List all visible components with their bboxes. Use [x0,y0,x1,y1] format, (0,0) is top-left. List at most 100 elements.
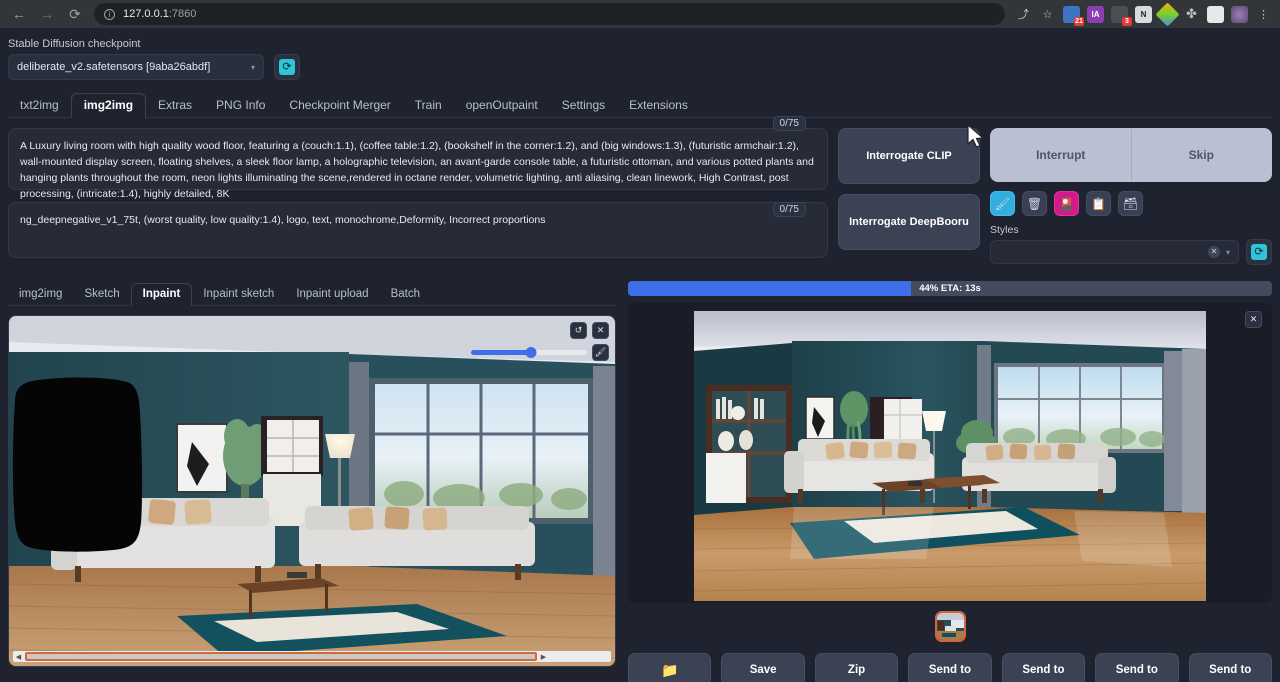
tab-png-info[interactable]: PNG Info [204,94,277,117]
send-to-extras-button[interactable]: Send to [1095,653,1178,682]
prompt-tool-icons: 🖌 🗑 🎴 📋 🗃 [990,191,1272,216]
clipboard-icon[interactable]: 📋 [1086,191,1111,216]
result-gallery [628,611,1272,642]
browser-extension-icons: ⤴ ☆ 21 IA 3 N ✤ ⋮ [1015,6,1274,23]
positive-prompt-input[interactable]: A Luxury living room with high quality w… [8,128,828,190]
img2img-subtabs: img2img Sketch Inpaint Inpaint sketch In… [8,281,616,306]
progress-label: 44% ETA: 13s [628,281,1272,296]
browser-toolbar: ← → ⟳ i 127.0.0.1 :7860 ⤴ ☆ 21 IA 3 N ✤ … [0,0,1280,28]
save-button[interactable]: Save [721,653,804,682]
extension-split-icon[interactable] [1207,6,1224,23]
canvas-tools: ↺ ✕ 🖌 [471,322,609,361]
checkpoint-value: deliberate_v2.safetensors [9aba26abdf] [17,61,210,73]
canvas-horizontal-scrollbar[interactable]: ◀ ▶ [13,651,611,662]
send-to-fourth-button[interactable]: Send to [1189,653,1272,682]
subtab-inpaint-sketch[interactable]: Inpaint sketch [192,284,285,305]
negative-prompt-wrap: 0/75 ng_deepnegative_v1_75t, (worst qual… [8,202,828,258]
extension-ia-icon[interactable]: IA [1087,6,1104,23]
cards-icon[interactable]: 🎴 [1054,191,1079,216]
reload-icon[interactable]: ⟳ [62,2,88,26]
browser-menu-icon[interactable]: ⋮ [1255,6,1272,23]
output-actions: 📁 Save Zip Send to Send to Send to Send … [628,653,1272,682]
extension-blue-icon[interactable]: 21 [1063,6,1080,23]
checkpoint-field: Stable Diffusion checkpoint deliberate_v… [8,38,264,80]
tab-img2img[interactable]: img2img [71,93,146,118]
extension-notion-icon[interactable]: N [1135,6,1152,23]
inpaint-pane: img2img Sketch Inpaint Inpaint sketch In… [8,281,616,682]
tab-train[interactable]: Train [403,94,454,117]
checkpoint-label: Stable Diffusion checkpoint [8,38,264,50]
extension-dark-icon[interactable]: 3 [1111,6,1128,23]
send-to-inpaint-button[interactable]: Send to [1002,653,1085,682]
extension-blue-badge: 21 [1074,17,1084,26]
subtab-sketch[interactable]: Sketch [73,284,130,305]
close-icon[interactable]: ✕ [1245,311,1262,328]
back-icon[interactable]: ← [6,2,32,26]
lower-panels: img2img Sketch Inpaint Inpaint sketch In… [8,281,1272,682]
refresh-checkpoint-button[interactable]: ⟳ [274,54,300,80]
paintbrush-icon[interactable]: 🖌 [592,344,609,361]
interrupt-button[interactable]: Interrupt [991,129,1131,181]
tab-settings[interactable]: Settings [550,94,617,117]
brush-size-knob[interactable] [526,347,537,358]
positive-token-counter: 0/75 [773,116,806,131]
tab-openoutpaint[interactable]: openOutpaint [454,94,550,117]
open-folder-button[interactable]: 📁 [628,653,711,682]
inpaint-canvas[interactable]: ↺ ✕ 🖌 ◀ ▶ [8,315,616,667]
zip-button[interactable]: Zip [815,653,898,682]
subtab-batch[interactable]: Batch [380,284,431,305]
gallery-thumbnail[interactable] [935,611,966,642]
styles-select[interactable]: ✕ ▾ [990,240,1239,264]
checkpoint-row: Stable Diffusion checkpoint deliberate_v… [8,28,1272,80]
undo-icon[interactable]: ↺ [570,322,587,339]
close-icon[interactable]: ✕ [592,322,609,339]
extension-colorful-icon[interactable] [1155,2,1179,26]
refresh-icon: ⟳ [1251,244,1267,260]
address-bar[interactable]: i 127.0.0.1 :7860 [94,3,1005,25]
tab-extensions[interactable]: Extensions [617,94,700,117]
share-icon[interactable]: ⤴ [1015,6,1032,23]
brush-size-row: 🖌 [471,344,609,361]
profile-avatar[interactable] [1231,6,1248,23]
styles-section: Styles ✕ ▾ ⟳ [990,224,1272,265]
site-info-icon[interactable]: i [104,9,115,20]
tab-extras[interactable]: Extras [146,94,204,117]
filebox-icon[interactable]: 🗃 [1118,191,1143,216]
scroll-left-icon[interactable]: ◀ [13,653,24,661]
clear-styles-icon[interactable]: ✕ [1208,246,1220,258]
trash-icon[interactable]: 🗑 [1022,191,1047,216]
negative-prompt-input[interactable]: ng_deepnegative_v1_75t, (worst quality, … [8,202,828,258]
forward-icon[interactable]: → [34,2,60,26]
checkpoint-select[interactable]: deliberate_v2.safetensors [9aba26abdf] ▾ [8,54,264,80]
output-pane: 44% ETA: 13s [628,281,1272,682]
result-image-container: ✕ [628,303,1272,603]
url-port: :7860 [169,8,197,20]
generated-image[interactable] [694,311,1206,601]
bookmark-icon[interactable]: ☆ [1039,6,1056,23]
skip-button[interactable]: Skip [1131,129,1272,181]
tab-checkpoint-merger[interactable]: Checkpoint Merger [277,94,402,117]
styles-row: ✕ ▾ ⟳ [990,239,1272,265]
prompt-zone: 0/75 A Luxury living room with high qual… [8,128,1272,265]
brush-size-slider[interactable] [471,350,587,355]
subtab-inpaint-upload[interactable]: Inpaint upload [285,284,379,305]
generate-column: Interrupt Skip 🖌 🗑 🎴 📋 🗃 Styles ✕ ▾ [990,128,1272,265]
webui-app: Stable Diffusion checkpoint deliberate_v… [0,28,1280,682]
refresh-styles-button[interactable]: ⟳ [1246,239,1272,265]
paintbrush-icon[interactable]: 🖌 [990,191,1015,216]
chevron-down-icon: ▾ [251,63,255,72]
interrupt-skip-group: Interrupt Skip [990,128,1272,182]
subtab-inpaint[interactable]: Inpaint [131,283,193,306]
scrollbar-thumb[interactable] [25,652,537,661]
subtab-img2img[interactable]: img2img [8,284,73,305]
extension-dark-badge: 3 [1122,17,1132,26]
source-image [9,316,615,666]
scroll-right-icon[interactable]: ▶ [538,653,549,661]
send-to-img2img-button[interactable]: Send to [908,653,991,682]
interrogate-deepbooru-button[interactable]: Interrogate DeepBooru [838,194,980,250]
puzzle-icon[interactable]: ✤ [1183,6,1200,23]
url-host: 127.0.0.1 [123,8,169,20]
tab-txt2img[interactable]: txt2img [8,94,71,117]
interrogate-clip-button[interactable]: Interrogate CLIP [838,128,980,184]
interrogate-column: Interrogate CLIP Interrogate DeepBooru [838,128,980,265]
